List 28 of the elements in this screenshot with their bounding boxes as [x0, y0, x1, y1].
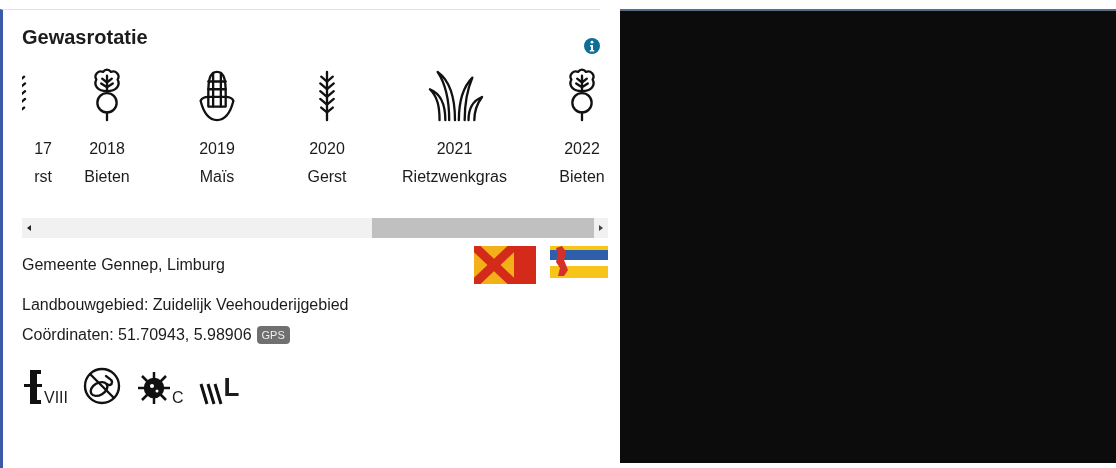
crop-name: Gerst	[307, 168, 347, 186]
crop-name: Maïs	[199, 168, 235, 186]
info-icon[interactable]	[584, 38, 600, 54]
crop-year: 17	[34, 140, 52, 158]
crop-year: 2018	[89, 140, 125, 158]
crop-name: rst	[34, 168, 52, 186]
flag-icon	[550, 246, 608, 278]
crop-name: Rietzwenkgras	[402, 168, 507, 186]
corn-icon	[197, 68, 237, 124]
crop-name: Bieten	[84, 168, 130, 186]
indicator-label: L	[223, 374, 240, 400]
region-text: Landbouwgebied: Zuidelijk Veehouderijgebied	[22, 296, 349, 314]
flag-icon	[474, 246, 536, 284]
crop-year: 2020	[309, 140, 345, 158]
scroll-thumb[interactable]	[372, 218, 594, 238]
crop-name: Bieten	[559, 168, 605, 186]
coordinates-text: Coördinaten: 51.70943, 5.98906	[22, 326, 252, 344]
crop-year: 2021	[436, 140, 473, 158]
indicator-label: C	[172, 390, 184, 406]
crop-year: 2022	[564, 140, 600, 158]
no-potato-icon	[82, 366, 122, 406]
crop-year: 2019	[199, 140, 235, 158]
indicator-label: VIII	[44, 390, 68, 406]
card-title: Gewasrotatie	[22, 26, 148, 49]
gps-badge[interactable]: GPS	[256, 326, 290, 344]
soil-icon	[22, 368, 44, 406]
municipality-text: Gemeente Gennep, Limburg	[22, 256, 225, 274]
virus-icon	[136, 370, 172, 406]
